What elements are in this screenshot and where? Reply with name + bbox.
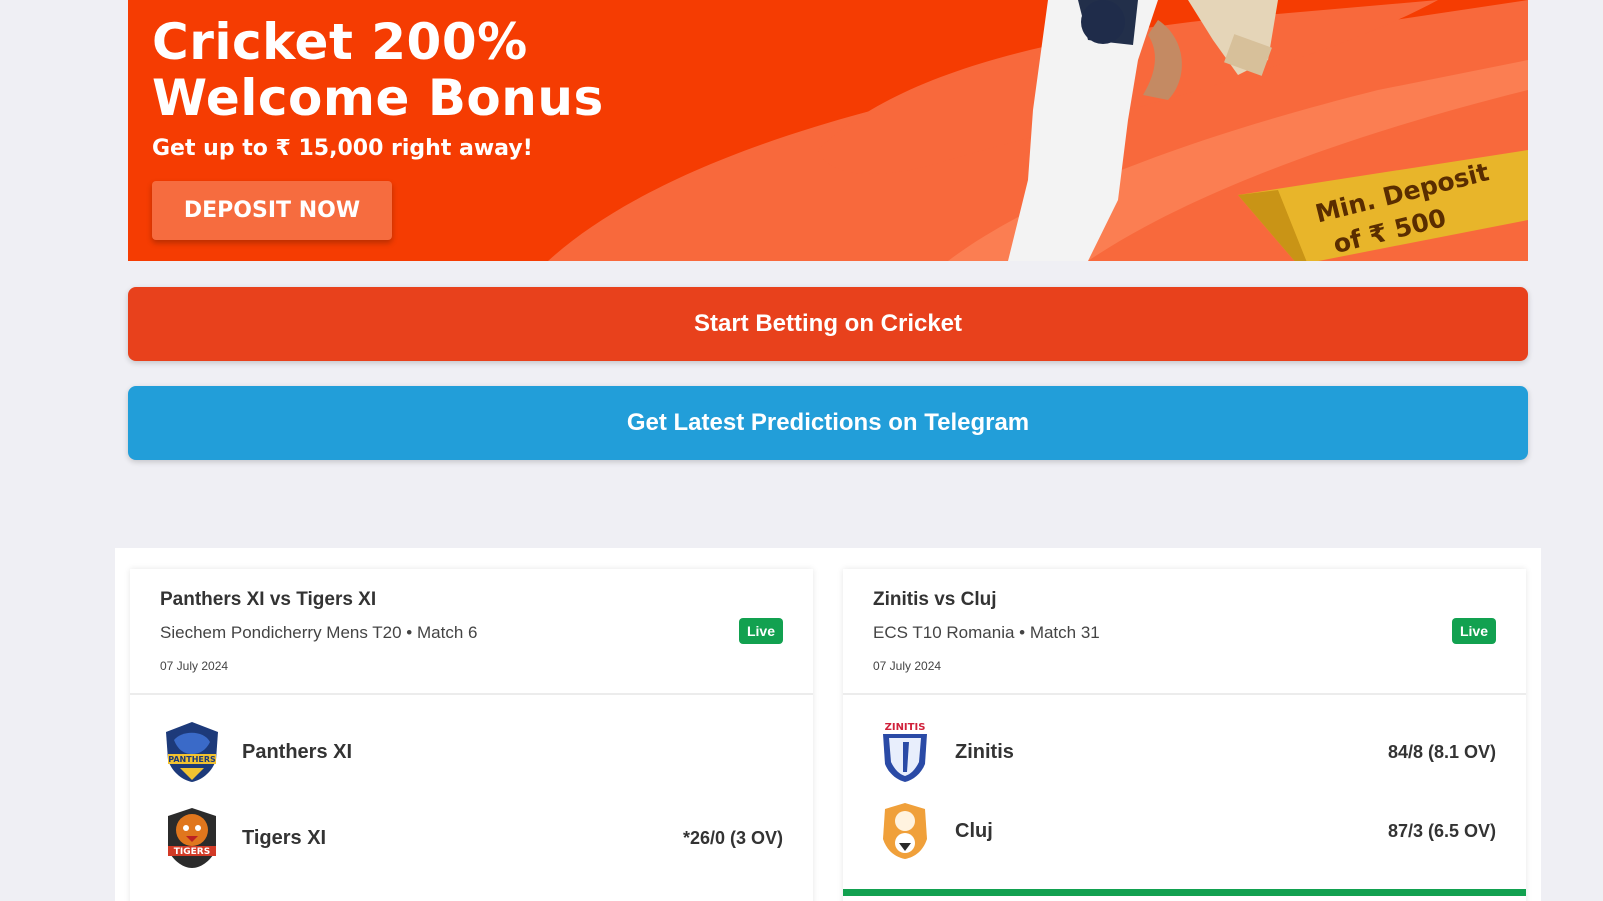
banner-title-line1: Cricket 200% [152, 13, 528, 71]
banner-subtitle: Get up to ₹ 15,000 right away! [152, 136, 533, 161]
match-date: 07 July 2024 [873, 659, 942, 673]
svg-text:PANTHERS: PANTHERS [168, 755, 216, 764]
live-badge: Live [1451, 618, 1496, 644]
team-row: ZINITIS Zinitis 84/8 (8.1 OV) [873, 719, 1496, 785]
match-card[interactable]: Panthers XI vs Tigers XI Siechem Pondich… [130, 569, 813, 901]
team-row: TIGERS Tigers XI *26/0 (3 OV) [160, 805, 783, 871]
match-date: 07 July 2024 [160, 659, 229, 673]
team-name: Panthers XI [242, 740, 353, 763]
promo-banner[interactable]: Cricket 200% Welcome Bonus Get up to ₹ 1… [128, 0, 1528, 261]
match-card[interactable]: Zinitis vs Cluj ECS T10 Romania • Match … [843, 569, 1526, 901]
start-betting-button[interactable]: Start Betting on Cricket [128, 287, 1528, 361]
banner-title: Cricket 200% Welcome Bonus [152, 14, 604, 126]
svg-text:TIGERS: TIGERS [174, 847, 210, 857]
team-name: Tigers XI [242, 826, 327, 849]
team-score: *26/0 (3 OV) [682, 827, 783, 848]
card-footer-strip [843, 889, 1526, 896]
team-name: Cluj [955, 819, 993, 842]
svg-text:ZINITIS: ZINITIS [885, 722, 926, 733]
match-league: ECS T10 Romania • Match 31 [873, 623, 1100, 642]
tigers-logo-icon: TIGERS [168, 808, 216, 868]
live-badge: Live [738, 618, 783, 644]
match-title[interactable]: Zinitis vs Cluj [873, 589, 997, 611]
deposit-now-button[interactable]: DEPOSIT NOW [152, 181, 392, 240]
team-row: PANTHERS Panthers XI [160, 719, 783, 785]
zinitis-logo-icon: ZINITIS [883, 722, 927, 782]
team-name: Zinitis [955, 740, 1014, 763]
match-card-header: Panthers XI vs Tigers XI Siechem Pondich… [130, 569, 813, 695]
telegram-predictions-button[interactable]: Get Latest Predictions on Telegram [128, 386, 1528, 460]
team-row: Cluj 87/3 (6.5 OV) [873, 798, 1496, 864]
cluj-logo-icon [883, 803, 927, 859]
match-title[interactable]: Panthers XI vs Tigers XI [160, 589, 376, 611]
match-card-header: Zinitis vs Cluj ECS T10 Romania • Match … [843, 569, 1526, 695]
live-matches-section: Panthers XI vs Tigers XI Siechem Pondich… [115, 548, 1541, 901]
team-score: 84/8 (8.1 OV) [1387, 741, 1496, 762]
banner-title-line2: Welcome Bonus [152, 69, 604, 127]
team-score: 87/3 (6.5 OV) [1387, 820, 1496, 841]
match-league: Siechem Pondicherry Mens T20 • Match 6 [160, 623, 478, 642]
panthers-logo-icon: PANTHERS [166, 722, 218, 782]
